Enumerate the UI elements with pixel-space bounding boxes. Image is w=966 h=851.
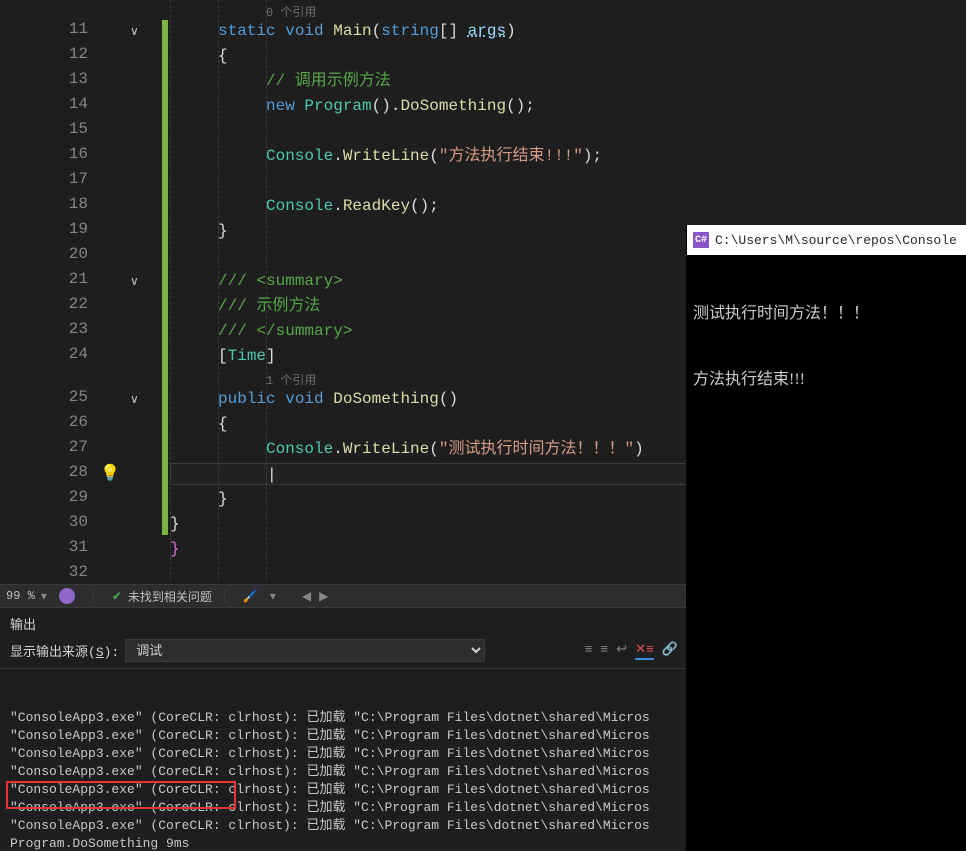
code-line[interactable]: /// </summary> (218, 320, 352, 342)
console-window[interactable]: C# C:\Users\M\source\repos\Console 测试执行时… (686, 225, 966, 851)
line-number: 22 (48, 295, 88, 313)
line-number: 11 (48, 20, 88, 38)
console-line: 测试执行时间方法！！！ (693, 303, 960, 325)
highlight-box (6, 781, 236, 809)
code-line[interactable]: static void Main(string[] args) (218, 20, 516, 42)
line-number: 28 (48, 463, 88, 481)
code-line[interactable]: { (218, 45, 228, 67)
code-area[interactable]: 0 个引用static void Main(string[] args){// … (170, 0, 688, 584)
chevron-down-icon[interactable]: ▾ (270, 589, 276, 604)
output-line: "ConsoleApp3.exe" (CoreCLR: clrhost): 已加… (10, 817, 678, 835)
line-number: 26 (48, 413, 88, 431)
line-number: 27 (48, 438, 88, 456)
gutter: 11 12 13 14 15 16 17 18 19 20 21 22 23 24 25 26 27 28 29 30… (0, 0, 96, 584)
output-line: "ConsoleApp3.exe" (CoreCLR: clrhost): 已加… (10, 745, 678, 763)
output-body[interactable]: "ConsoleApp3.exe" (CoreCLR: clrhost): 已加… (0, 669, 688, 851)
line-number: 29 (48, 488, 88, 506)
line-number: 12 (48, 45, 88, 63)
indent-icon-2[interactable]: ≡ (600, 642, 608, 660)
link-icon[interactable]: 🔗 (662, 642, 678, 660)
indent-icon[interactable]: ≡ (585, 642, 593, 660)
code-line[interactable]: // 调用示例方法 (266, 70, 391, 92)
line-number: 23 (48, 320, 88, 338)
brain-icon[interactable] (59, 588, 75, 604)
lightbulb-icon[interactable]: 💡 (100, 463, 120, 483)
code-editor[interactable]: 11 12 13 14 15 16 17 18 19 20 21 22 23 24 25 26 27 28 29 30… (0, 0, 688, 584)
flame-icon[interactable]: 🖌️ (243, 589, 258, 604)
console-body: 测试执行时间方法！！！ 方法执行结束!!! (687, 255, 966, 439)
fold-icon[interactable]: ∨ (130, 24, 139, 39)
output-panel-title: 输出 (0, 608, 688, 637)
fold-icon[interactable]: ∨ (130, 274, 139, 289)
line-number: 32 (48, 563, 88, 581)
nav-right-icon[interactable]: ▶ (319, 589, 328, 604)
console-app-icon: C# (693, 232, 709, 248)
code-line[interactable]: } (218, 488, 228, 510)
output-toolbar: 显示输出来源(S): 调试 ≡ ≡ ↩ ✕≡ 🔗 (0, 637, 688, 669)
no-issues-text: 未找到相关问题 (128, 588, 212, 605)
line-number: 25 (48, 388, 88, 406)
code-line[interactable]: } (170, 538, 180, 560)
line-number: 21 (48, 270, 88, 288)
wrap-icon[interactable]: ↩ (616, 642, 627, 660)
line-number: 13 (48, 70, 88, 88)
check-icon: ✔ (112, 589, 122, 604)
line-number: 15 (48, 120, 88, 138)
line-number: 31 (48, 538, 88, 556)
code-line[interactable]: Console.WriteLine("方法执行结束!!!"); (266, 145, 602, 167)
change-bar (162, 20, 168, 535)
zoom-level[interactable]: 99 % (6, 589, 35, 603)
output-line: "ConsoleApp3.exe" (CoreCLR: clrhost): 已加… (10, 763, 678, 781)
fold-icon[interactable]: ∨ (130, 392, 139, 407)
code-line[interactable]: | (170, 463, 688, 485)
indent-guide (170, 0, 171, 580)
code-line[interactable]: } (170, 513, 180, 535)
code-line[interactable]: Console.ReadKey(); (266, 195, 439, 217)
code-line[interactable]: Console.WriteLine("测试执行时间方法！！！") (266, 438, 644, 460)
output-line: "ConsoleApp3.exe" (CoreCLR: clrhost): 已加… (10, 727, 678, 745)
console-titlebar[interactable]: C# C:\Users\M\source\repos\Console (687, 225, 966, 255)
line-number: 14 (48, 95, 88, 113)
line-number: 16 (48, 145, 88, 163)
code-line[interactable]: new Program().DoSomething(); (266, 95, 535, 117)
console-line: 方法执行结束!!! (693, 369, 960, 391)
line-number: 30 (48, 513, 88, 531)
line-number: 20 (48, 245, 88, 263)
console-title: C:\Users\M\source\repos\Console (715, 233, 957, 248)
code-line[interactable]: public void DoSomething() (218, 388, 458, 410)
chevron-down-icon[interactable]: ▾ (41, 589, 47, 604)
clear-output-icon[interactable]: ✕≡ (635, 642, 654, 660)
output-line: Program.DoSomething 9ms (10, 835, 678, 851)
editor-status-bar: 99 % ▾ ✔ 未找到相关问题 🖌️ ▾ ◀ ▶ (0, 584, 688, 608)
code-line[interactable]: /// <summary> (218, 270, 343, 292)
output-line: "ConsoleApp3.exe" (CoreCLR: clrhost): 已加… (10, 709, 678, 727)
code-line[interactable]: /// 示例方法 (218, 295, 320, 317)
line-number: 19 (48, 220, 88, 238)
code-line[interactable]: { (218, 413, 228, 435)
line-number: 17 (48, 170, 88, 188)
nav-left-icon[interactable]: ◀ (302, 589, 311, 604)
code-line[interactable]: } (218, 220, 228, 242)
line-number: 18 (48, 195, 88, 213)
line-number: 24 (48, 345, 88, 363)
output-source-label: 显示输出来源(S): (10, 641, 119, 660)
output-source-select[interactable]: 调试 (125, 639, 485, 662)
output-panel: 输出 显示输出来源(S): 调试 ≡ ≡ ↩ ✕≡ 🔗 "ConsoleApp3… (0, 608, 688, 851)
code-line[interactable]: [Time] (218, 345, 276, 367)
